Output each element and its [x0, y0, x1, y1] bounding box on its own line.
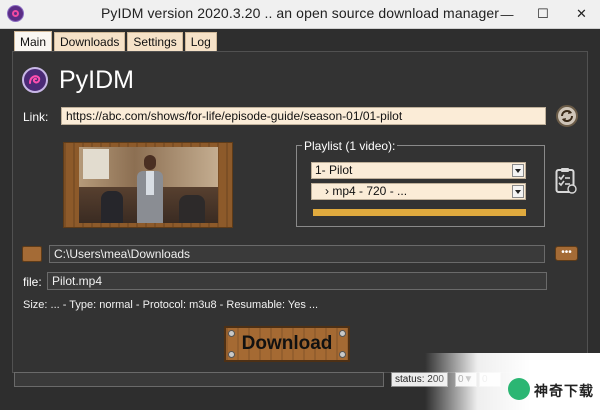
close-button[interactable]: ✕ [563, 0, 600, 28]
playlist-checklist-button[interactable] [555, 167, 577, 194]
stream-select[interactable]: › mp4 - 720 - ... [311, 183, 526, 200]
app-brand-title: PyIDM [59, 66, 134, 94]
progress-fill [313, 209, 526, 216]
minimize-button[interactable]: — [490, 0, 524, 28]
playlist-title: Playlist (1 video): [302, 139, 398, 153]
download-button[interactable]: Download [224, 326, 350, 362]
watermark-logo-icon [508, 378, 530, 400]
file-name-input[interactable]: Pilot.mp4 [47, 272, 547, 290]
playlist-progress-bar [313, 209, 526, 216]
app-window: PyIDM version 2020.3.20 .. an open sourc… [0, 0, 600, 410]
tab-bar: Main Downloads Settings Log [14, 31, 219, 52]
stream-select-value: › mp4 - 720 - ... [325, 184, 408, 198]
tab-main[interactable]: Main [14, 31, 53, 52]
maximize-button[interactable]: ☐ [526, 0, 560, 28]
link-input[interactable]: https://abc.com/shows/for-life/episode-g… [61, 107, 546, 125]
download-button-label: Download [241, 333, 333, 354]
video-select[interactable]: 1- Pilot [311, 162, 526, 179]
browse-folder-button[interactable]: ••• [555, 246, 578, 261]
tab-log[interactable]: Log [184, 32, 217, 51]
refresh-button[interactable] [556, 105, 578, 127]
checklist-icon [555, 168, 577, 194]
video-thumbnail [79, 147, 218, 223]
refresh-icon [561, 110, 573, 122]
watermark-text: 神奇下载 [534, 383, 594, 399]
download-info-text: Size: ... - Type: normal - Protocol: m3u… [23, 299, 319, 311]
status-message-bar [14, 372, 384, 387]
pyidm-logo-icon [22, 67, 48, 93]
file-label: file: [23, 275, 42, 289]
chevron-down-icon[interactable] [512, 164, 524, 177]
tab-settings[interactable]: Settings [127, 32, 183, 51]
title-bar: PyIDM version 2020.3.20 .. an open sourc… [0, 0, 600, 29]
logo-swirl-icon [29, 75, 41, 84]
tab-downloads[interactable]: Downloads [54, 32, 126, 51]
chevron-down-icon[interactable] [512, 185, 524, 198]
folder-icon[interactable] [22, 246, 42, 262]
video-select-value: 1- Pilot [315, 163, 353, 177]
folder-path-input[interactable]: C:\Users\mea\Downloads [49, 245, 545, 263]
link-label: Link: [23, 110, 49, 124]
